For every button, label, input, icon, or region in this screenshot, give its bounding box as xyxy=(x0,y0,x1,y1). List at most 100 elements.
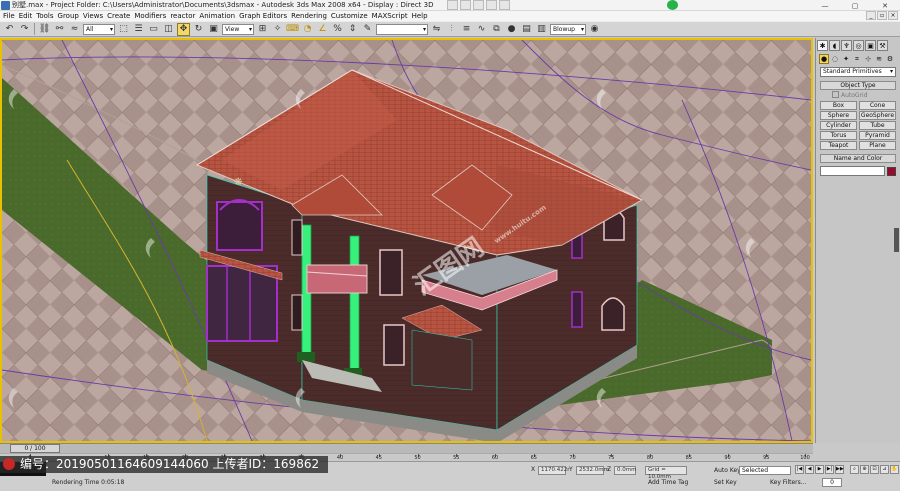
create-tab-icon[interactable]: ✱ xyxy=(817,40,828,51)
quick-tool-icon[interactable] xyxy=(473,0,484,10)
perspective-viewport[interactable]: ❋ 汇图网 www.huitu.com xyxy=(0,38,813,443)
display-tab-icon[interactable]: ▣ xyxy=(865,40,876,51)
undo-icon[interactable]: ↶ xyxy=(3,23,16,36)
rendered-frame-window-icon[interactable]: ▥ xyxy=(535,23,548,36)
x-coordinate-field[interactable]: 1170.422r xyxy=(538,466,570,475)
space-warps-icon[interactable]: ≋ xyxy=(874,54,884,64)
current-frame-field[interactable]: 0 xyxy=(822,478,842,487)
keyboard-shortcut-override-icon[interactable]: ⌨ xyxy=(286,23,299,36)
menu-edit[interactable]: Edit xyxy=(19,12,33,20)
menu-create[interactable]: Create xyxy=(107,12,130,20)
teapot-button[interactable]: Teapot xyxy=(820,141,857,150)
doc-close-button[interactable]: × xyxy=(888,11,898,20)
window-crossing-icon[interactable]: ◫ xyxy=(162,23,175,36)
modify-tab-icon[interactable]: ◖ xyxy=(829,40,840,51)
utilities-tab-icon[interactable]: ⚒ xyxy=(877,40,888,51)
curve-editor-icon[interactable]: ∿ xyxy=(475,23,488,36)
maximize-button[interactable]: ▢ xyxy=(840,0,870,11)
unlink-icon[interactable]: ⚯ xyxy=(53,23,66,36)
doc-minimize-button[interactable]: _ xyxy=(866,11,876,20)
key-mode-dropdown[interactable]: Selected xyxy=(739,466,791,475)
select-manipulate-icon[interactable]: ✧ xyxy=(271,23,284,36)
menu-graph-editors[interactable]: Graph Editors xyxy=(239,12,287,20)
go-to-start-icon[interactable]: |◀ xyxy=(795,465,804,474)
select-and-scale-icon[interactable]: ▣ xyxy=(207,23,220,36)
plane-button[interactable]: Plane xyxy=(859,141,896,150)
quick-tool-icon[interactable] xyxy=(499,0,510,10)
play-icon[interactable]: ▶ xyxy=(815,465,824,474)
snaps-toggle-icon[interactable]: ◔ xyxy=(301,23,314,36)
selection-filter-dropdown[interactable]: All xyxy=(83,23,115,35)
menu-group[interactable]: Group xyxy=(58,12,79,20)
menu-file[interactable]: File xyxy=(3,12,15,20)
menu-rendering[interactable]: Rendering xyxy=(291,12,327,20)
lights-icon[interactable]: ✦ xyxy=(841,54,851,64)
named-selection-sets-dropdown[interactable] xyxy=(376,23,428,35)
geosphere-button[interactable]: GeoSphere xyxy=(859,111,896,120)
name-and-color-rollout[interactable]: Name and Color xyxy=(820,154,896,163)
field-of-view-icon[interactable]: ⊿ xyxy=(880,465,889,474)
quick-tool-icon[interactable] xyxy=(486,0,497,10)
minimize-button[interactable]: — xyxy=(810,0,840,11)
menu-modifiers[interactable]: Modifiers xyxy=(134,12,166,20)
pan-icon[interactable]: ✋ xyxy=(890,465,899,474)
previous-frame-icon[interactable]: ◀ xyxy=(805,465,814,474)
helpers-icon[interactable]: ⊹ xyxy=(863,54,873,64)
sphere-button[interactable]: Sphere xyxy=(820,111,857,120)
select-and-move-icon[interactable]: ✥ xyxy=(177,22,190,36)
notification-badge-icon[interactable] xyxy=(667,0,678,10)
cylinder-button[interactable]: Cylinder xyxy=(820,121,857,130)
add-time-tag-button[interactable]: Add Time Tag xyxy=(648,479,688,486)
auto-key-button[interactable]: Auto Key xyxy=(714,467,741,474)
systems-icon[interactable]: ⚙ xyxy=(885,54,895,64)
hierarchy-tab-icon[interactable]: ♆ xyxy=(841,40,852,51)
percent-snap-icon[interactable]: % xyxy=(331,23,344,36)
reference-coordinate-dropdown[interactable]: View xyxy=(222,23,254,35)
menu-views[interactable]: Views xyxy=(83,12,103,20)
angle-snap-icon[interactable]: ∠ xyxy=(316,23,329,36)
quick-tool-icon[interactable] xyxy=(447,0,458,10)
menu-customize[interactable]: Customize xyxy=(331,12,368,20)
menu-maxscript[interactable]: MAXScript xyxy=(372,12,408,20)
time-slider[interactable]: 0 / 100 xyxy=(0,443,813,453)
spinner-snap-icon[interactable]: ⇕ xyxy=(346,23,359,36)
close-button[interactable]: ✕ xyxy=(870,0,900,11)
set-key-button[interactable]: Set Key xyxy=(714,479,737,486)
layer-manager-icon[interactable]: ≡ xyxy=(460,23,473,36)
geometry-icon[interactable]: ● xyxy=(819,54,829,64)
menu-animation[interactable]: Animation xyxy=(199,12,235,20)
edit-named-selection-icon[interactable]: ✎ xyxy=(361,23,374,36)
motion-tab-icon[interactable]: ◎ xyxy=(853,40,864,51)
select-object-icon[interactable]: ⬚ xyxy=(117,23,130,36)
y-coordinate-field[interactable]: 2532.0mm xyxy=(576,466,609,475)
select-by-name-icon[interactable]: ☰ xyxy=(132,23,145,36)
menu-reactor[interactable]: reactor xyxy=(170,12,195,20)
panel-scrollbar[interactable] xyxy=(894,228,899,252)
zoom-all-icon[interactable]: ⊕ xyxy=(860,465,869,474)
torus-button[interactable]: Torus xyxy=(820,131,857,140)
time-slider-knob[interactable]: 0 / 100 xyxy=(10,444,60,453)
cameras-icon[interactable]: ⌗ xyxy=(852,54,862,64)
cone-button[interactable]: Cone xyxy=(859,101,896,110)
menu-help[interactable]: Help xyxy=(412,12,428,20)
shapes-icon[interactable]: ◌ xyxy=(830,54,840,64)
primitive-category-dropdown[interactable]: Standard Primitives xyxy=(820,67,896,77)
zoom-icon[interactable]: ⌕ xyxy=(850,465,859,474)
object-name-input[interactable] xyxy=(820,166,885,176)
box-button[interactable]: Box xyxy=(820,101,857,110)
select-and-rotate-icon[interactable]: ↻ xyxy=(192,23,205,36)
quick-tool-icon[interactable] xyxy=(460,0,471,10)
schematic-view-icon[interactable]: ⧉ xyxy=(490,23,503,36)
key-filters-button[interactable]: Key Filters... xyxy=(770,479,807,486)
align-icon[interactable]: ⫶ xyxy=(445,23,458,36)
rectangular-selection-icon[interactable]: ▭ xyxy=(147,23,160,36)
render-preset-dropdown[interactable]: Blowup xyxy=(550,23,586,35)
doc-restore-button[interactable]: ▫ xyxy=(877,11,887,20)
render-setup-icon[interactable]: ▤ xyxy=(520,23,533,36)
zoom-extents-icon[interactable]: ⊡ xyxy=(870,465,879,474)
material-editor-icon[interactable]: ● xyxy=(505,23,518,36)
tube-button[interactable]: Tube xyxy=(859,121,896,130)
bind-space-warp-icon[interactable]: ≈ xyxy=(68,23,81,36)
z-coordinate-field[interactable]: 0.0mm xyxy=(614,466,636,475)
next-frame-icon[interactable]: ▶| xyxy=(825,465,834,474)
